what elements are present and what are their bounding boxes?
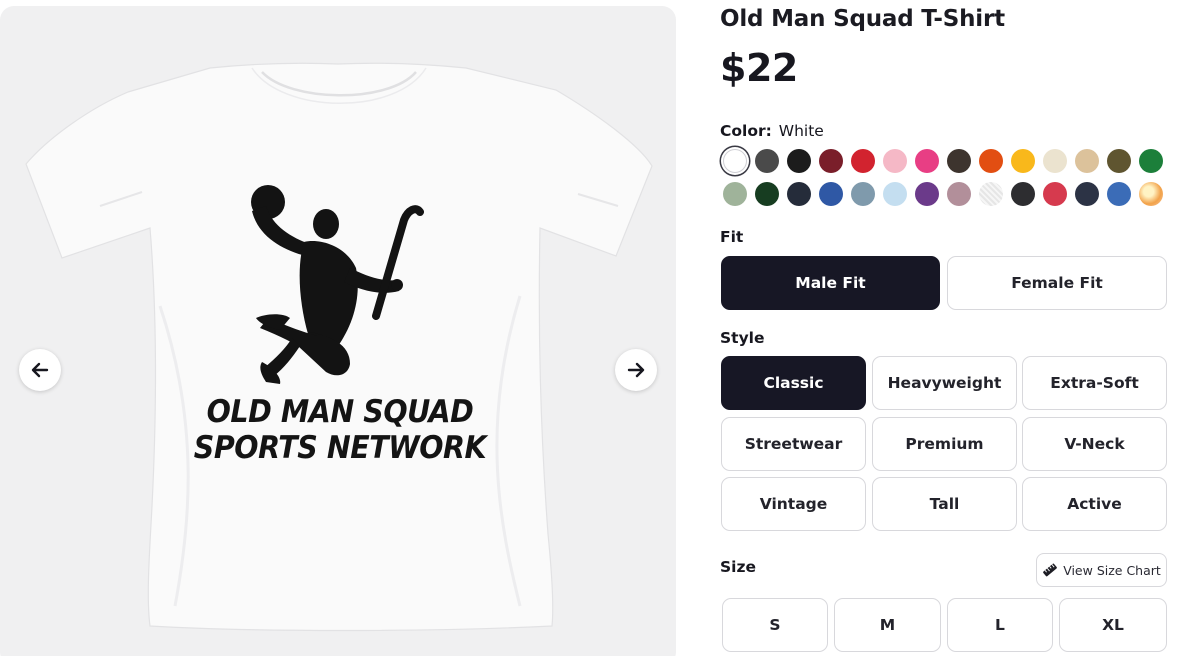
product-image	[25, 62, 653, 632]
color-swatch[interactable]	[1107, 149, 1131, 173]
style-option-vintage[interactable]: Vintage	[721, 477, 866, 531]
style-option-premium[interactable]: Premium	[872, 417, 1017, 471]
color-swatch[interactable]	[1139, 182, 1163, 206]
previous-image-button[interactable]	[19, 349, 61, 391]
color-swatch[interactable]	[787, 149, 811, 173]
shirt-print-line-1: OLD MAN SQUAD	[206, 394, 474, 430]
style-option-classic[interactable]: Classic	[721, 356, 866, 410]
product-gallery: OLD MAN SQUAD SPORTS NETWORK	[0, 6, 676, 656]
color-swatch[interactable]	[851, 182, 875, 206]
color-swatch[interactable]	[1011, 182, 1035, 206]
arrow-right-icon	[627, 362, 645, 378]
fit-option-female[interactable]: Female Fit	[947, 256, 1167, 310]
view-size-chart-label: View Size Chart	[1063, 562, 1161, 578]
style-option-active[interactable]: Active	[1022, 477, 1167, 531]
fit-option-male[interactable]: Male Fit	[721, 256, 940, 310]
color-swatch[interactable]	[1075, 149, 1099, 173]
color-swatch[interactable]	[819, 149, 843, 173]
color-swatch[interactable]	[947, 149, 971, 173]
color-swatch[interactable]	[915, 149, 939, 173]
product-price: $22	[720, 46, 798, 90]
color-label: Color:	[720, 122, 772, 140]
color-swatch[interactable]	[883, 149, 907, 173]
color-swatch[interactable]	[723, 182, 747, 206]
color-swatch[interactable]	[947, 182, 971, 206]
color-swatch[interactable]	[1043, 149, 1067, 173]
color-swatch[interactable]	[979, 149, 1003, 173]
size-option-s[interactable]: S	[722, 598, 828, 652]
color-swatch[interactable]	[819, 182, 843, 206]
style-option-tall[interactable]: Tall	[872, 477, 1017, 531]
size-label: Size	[720, 558, 757, 576]
shirt-print-line-2: SPORTS NETWORK	[193, 430, 487, 466]
color-swatch[interactable]	[915, 182, 939, 206]
fit-label: Fit	[720, 228, 744, 246]
color-swatch[interactable]	[1075, 182, 1099, 206]
color-swatch[interactable]	[1011, 149, 1035, 173]
color-swatch[interactable]	[787, 182, 811, 206]
style-option-extra-soft[interactable]: Extra-Soft	[1022, 356, 1167, 410]
color-swatch[interactable]	[979, 182, 1003, 206]
color-swatch[interactable]	[755, 149, 779, 173]
size-option-xl[interactable]: XL	[1059, 598, 1167, 652]
size-option-m[interactable]: M	[834, 598, 941, 652]
style-option-streetwear[interactable]: Streetwear	[721, 417, 866, 471]
color-swatch[interactable]	[755, 182, 779, 206]
color-swatch[interactable]	[1107, 182, 1131, 206]
color-selection-label: Color: White	[720, 122, 824, 140]
arrow-left-icon	[31, 362, 49, 378]
ruler-icon	[1043, 563, 1058, 577]
color-swatch[interactable]	[1139, 149, 1163, 173]
style-label: Style	[720, 329, 765, 347]
color-swatch[interactable]	[851, 149, 875, 173]
color-swatch[interactable]	[723, 149, 747, 173]
next-image-button[interactable]	[615, 349, 657, 391]
style-option-v-neck[interactable]: V-Neck	[1022, 417, 1167, 471]
size-option-l[interactable]: L	[947, 598, 1053, 652]
style-option-heavyweight[interactable]: Heavyweight	[872, 356, 1017, 410]
product-title: Old Man Squad T-Shirt	[720, 6, 1005, 32]
color-swatch[interactable]	[1043, 182, 1067, 206]
view-size-chart-button[interactable]: View Size Chart	[1036, 553, 1167, 587]
color-swatch[interactable]	[883, 182, 907, 206]
selected-color-name: White	[778, 122, 824, 140]
product-details: Old Man Squad T-Shirt $22 Color: White F…	[720, 0, 1180, 656]
